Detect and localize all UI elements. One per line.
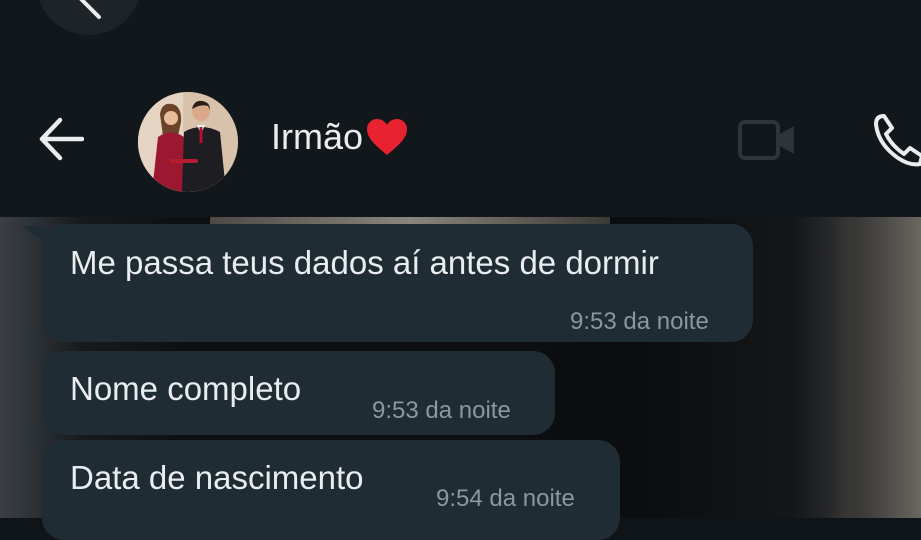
contact-name[interactable]: Irmão	[271, 116, 409, 158]
message-text: Nome completo	[70, 370, 302, 407]
back-arrow-icon[interactable]	[38, 116, 84, 162]
message-time: 9:53 da noite	[570, 308, 709, 335]
red-heart-icon	[367, 119, 408, 155]
search-button[interactable]	[37, 0, 141, 35]
message-time: 9:53 da noite	[372, 397, 511, 424]
top-bar	[0, 0, 921, 63]
message-text: Me passa teus dados aí antes de dormir	[70, 244, 659, 281]
search-icon	[79, 0, 101, 19]
contact-avatar[interactable]	[138, 92, 238, 192]
video-call-icon[interactable]	[738, 118, 798, 162]
message-text: Data de nascimento	[70, 459, 364, 496]
message-bubble[interactable]: Data de nascimento 9:54 da noite	[42, 440, 620, 540]
contact-name-text: Irmão	[271, 116, 364, 157]
voice-call-icon[interactable]	[870, 110, 921, 170]
message-bubble[interactable]: Me passa teus dados aí antes de dormir 9…	[42, 224, 753, 342]
message-time: 9:54 da noite	[436, 485, 575, 512]
message-bubble[interactable]: Nome completo 9:53 da noite	[42, 351, 555, 435]
